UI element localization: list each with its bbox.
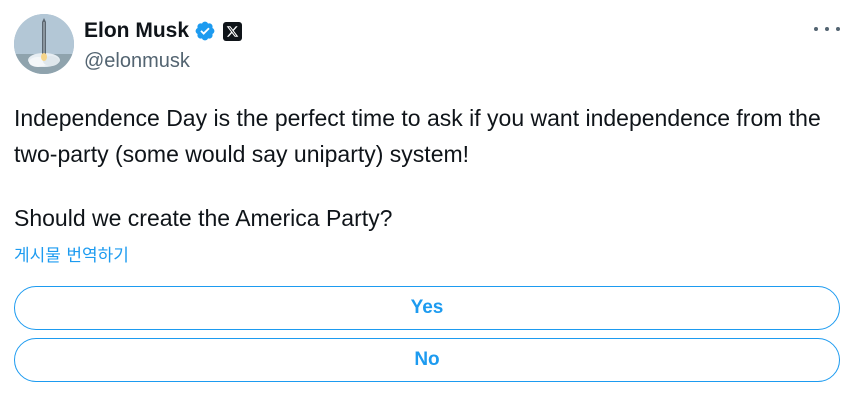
tweet-text: Independence Day is the perfect time to … bbox=[14, 100, 844, 236]
x-logo-icon bbox=[223, 21, 243, 41]
tweet: Elon Musk @elonmusk Independence Day is … bbox=[0, 0, 860, 408]
author-handle[interactable]: @elonmusk bbox=[84, 49, 190, 73]
tweet-paragraph: Independence Day is the perfect time to … bbox=[14, 105, 821, 167]
verified-badge-icon[interactable] bbox=[194, 20, 216, 42]
rocket-launch-icon bbox=[14, 14, 74, 74]
translate-post-link[interactable]: 게시물 번역하기 bbox=[14, 244, 129, 268]
poll-option-label: No bbox=[414, 349, 440, 370]
more-options-icon[interactable] bbox=[814, 18, 840, 40]
dot-icon bbox=[836, 27, 840, 31]
author-name-row: Elon Musk bbox=[84, 18, 243, 44]
poll-option-no[interactable]: No bbox=[14, 338, 840, 382]
dot-icon bbox=[814, 27, 818, 31]
author-display-name[interactable]: Elon Musk bbox=[84, 18, 189, 44]
dot-icon bbox=[825, 27, 829, 31]
avatar[interactable] bbox=[14, 14, 74, 74]
tweet-paragraph: Should we create the America Party? bbox=[14, 205, 393, 231]
poll-option-label: Yes bbox=[410, 297, 444, 318]
poll-option-yes[interactable]: Yes bbox=[14, 286, 840, 330]
